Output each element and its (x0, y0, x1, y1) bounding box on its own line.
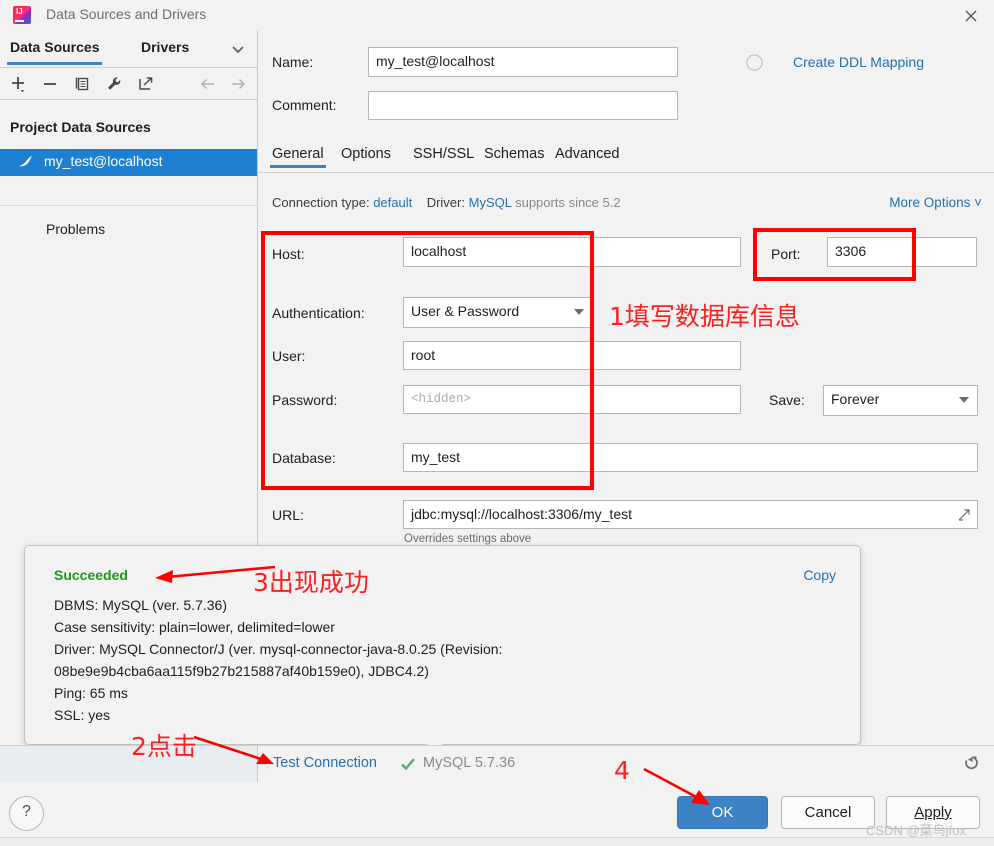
authentication-value: User & Password (411, 303, 520, 319)
status-badge: Succeeded (54, 567, 128, 583)
detail-tabs: General Options SSH/SSL Schemas Advanced (270, 146, 994, 173)
result-details: DBMS: MySQL (ver. 5.7.36) Case sensitivi… (54, 594, 836, 726)
url-input[interactable]: jdbc:mysql://localhost:3306/my_test (403, 500, 978, 529)
chevron-down-icon: ˅ (974, 195, 982, 210)
user-input[interactable]: root (403, 341, 741, 370)
sidebar-tabs: Data Sources Drivers (0, 31, 257, 68)
chevron-down-icon (959, 397, 969, 403)
result-line: Driver: MySQL Connector/J (ver. mysql-co… (54, 641, 503, 657)
comment-input[interactable] (368, 91, 678, 120)
tab-general[interactable]: General (270, 146, 326, 168)
url-value: jdbc:mysql://localhost:3306/my_test (411, 506, 632, 522)
sidebar-section-title: Project Data Sources (10, 119, 151, 135)
port-label: Port: (771, 246, 801, 262)
window-title: Data Sources and Drivers (46, 6, 207, 22)
name-label: Name: (272, 54, 314, 70)
result-line: DBMS: MySQL (ver. 5.7.36) (54, 597, 227, 613)
driver-note: supports since 5.2 (515, 195, 621, 210)
host-label: Host: (272, 246, 305, 262)
reset-icon[interactable] (962, 754, 982, 777)
dialog-footer: ? OK Cancel Apply (0, 782, 994, 845)
sidebar-tab-data-sources[interactable]: Data Sources (6, 39, 103, 65)
save-value: Forever (831, 391, 880, 407)
apply-button[interactable]: Apply (886, 796, 980, 829)
dialog-data-sources-and-drivers: Data Sources and Drivers Data Sources Dr… (0, 0, 994, 846)
connection-meta: Connection type: default Driver: MySQL s… (272, 195, 621, 210)
help-button[interactable]: ? (9, 796, 44, 831)
check-icon (400, 756, 416, 775)
apply-label: Apply (914, 804, 952, 821)
wrench-icon[interactable] (102, 72, 126, 96)
title-bar: Data Sources and Drivers (0, 0, 994, 32)
host-input-filler (592, 237, 741, 267)
sidebar-item-problems[interactable]: Problems (0, 205, 258, 237)
url-hint: Overrides settings above (404, 533, 532, 545)
sidebar-item-label: my_test@localhost (44, 153, 163, 169)
plus-icon[interactable] (6, 72, 30, 96)
chevron-down-icon[interactable] (231, 43, 245, 58)
driver-label: Driver: (426, 195, 465, 210)
tab-advanced[interactable]: Advanced (555, 146, 620, 168)
comment-label: Comment: (272, 97, 337, 113)
result-line: Case sensitivity: plain=lower, delimited… (54, 619, 335, 635)
password-label: Password: (272, 392, 338, 408)
ok-button[interactable]: OK (677, 796, 768, 829)
sidebar-toolbar (0, 68, 257, 100)
copy-button[interactable]: Copy (803, 567, 836, 583)
help-label: ? (22, 803, 31, 820)
database-version-label: MySQL 5.7.36 (423, 755, 516, 771)
connection-type-value[interactable]: default (373, 195, 412, 210)
tab-options[interactable]: Options (341, 146, 391, 168)
database-input[interactable]: my_test (403, 443, 978, 472)
authentication-select[interactable]: User & Password (403, 297, 593, 328)
port-input[interactable]: 3306 (827, 237, 977, 267)
arrow-left-icon[interactable] (196, 72, 220, 96)
minus-icon[interactable] (38, 72, 62, 96)
result-line: SSL: yes (54, 707, 111, 723)
create-ddl-mapping-link[interactable]: Create DDL Mapping (793, 54, 924, 70)
tab-ssh-ssl[interactable]: SSH/SSL (413, 146, 474, 168)
expand-icon[interactable] (957, 507, 971, 527)
more-options-button[interactable]: More Options ˅ (889, 195, 982, 210)
user-label: User: (272, 348, 306, 364)
connection-type-label: Connection type: (272, 195, 370, 210)
tab-schemas[interactable]: Schemas (484, 146, 544, 168)
test-connection-result-popup: Succeeded Copy DBMS: MySQL (ver. 5.7.36)… (24, 545, 861, 745)
circle-icon (746, 54, 763, 74)
sidebar-item-my-test-localhost[interactable]: my_test@localhost (0, 149, 257, 176)
status-bar-left-fill (0, 746, 258, 783)
close-icon[interactable] (958, 4, 984, 28)
mysql-dolphin-icon (17, 154, 34, 171)
tabs-divider (258, 172, 994, 173)
external-link-icon[interactable] (134, 72, 158, 96)
name-input[interactable]: my_test@localhost (368, 47, 678, 77)
arrow-right-icon[interactable] (226, 72, 250, 96)
url-label: URL: (272, 507, 304, 523)
bottom-status-bar: Test Connection MySQL 5.7.36 (0, 745, 994, 783)
sidebar-tab-drivers[interactable]: Drivers (141, 39, 189, 55)
result-line: 08be9e9b4cba6aa115f9b27b215887af40b159e0… (54, 663, 429, 679)
more-options-label: More Options (889, 195, 971, 210)
authentication-label: Authentication: (272, 305, 365, 321)
test-connection-link[interactable]: Test Connection (273, 755, 377, 771)
chevron-down-icon (574, 309, 584, 315)
save-label: Save: (769, 392, 805, 408)
cancel-button[interactable]: Cancel (781, 796, 875, 829)
password-input[interactable]: <hidden> (403, 385, 741, 414)
driver-value[interactable]: MySQL (469, 195, 512, 210)
result-line: Ping: 65 ms (54, 685, 128, 701)
database-label: Database: (272, 450, 336, 466)
save-select[interactable]: Forever (823, 385, 978, 416)
copy-icon[interactable] (70, 72, 94, 96)
intellij-idea-logo-icon (13, 6, 31, 24)
